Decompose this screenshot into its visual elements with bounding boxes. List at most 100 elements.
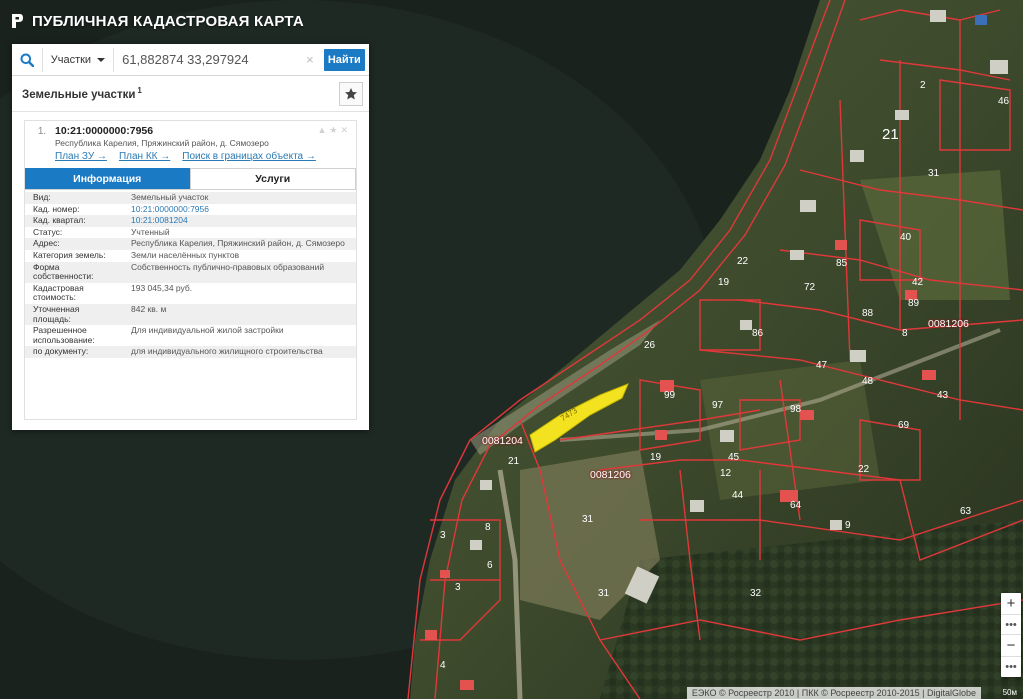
close-icon[interactable]: ✕ — [340, 125, 348, 136]
warning-icon[interactable]: ▲ — [317, 125, 326, 136]
info-value: Земли населённых пунктов — [131, 249, 240, 260]
table-row: по документу: для индивидуального жилищно… — [25, 346, 356, 358]
results-count: 1 — [137, 86, 142, 96]
info-key: Разрешенное использование: — [33, 325, 95, 345]
favorite-button[interactable] — [339, 81, 363, 106]
search-type-label: Участки — [50, 53, 92, 66]
parcel-number: 45 — [728, 452, 740, 463]
info-value: для индивидуального жилищного строительс… — [123, 346, 356, 358]
quarter-label: 0081206 — [928, 318, 969, 330]
parcel-number: 48 — [862, 376, 874, 387]
info-key: по документу: — [25, 346, 123, 358]
chevron-down-icon — [97, 57, 106, 62]
parcel-number: 22 — [737, 256, 749, 267]
parcel-number: 63 — [960, 506, 972, 517]
table-row: Статус: Учтенный — [25, 227, 356, 239]
table-row: Вид: Земельный участок — [25, 192, 356, 204]
table-row: Адрес: Республика Карелия, Пряжинский рай… — [25, 238, 356, 250]
parcel-number: 98 — [790, 404, 802, 415]
more-layers-button[interactable]: ••• — [1001, 657, 1021, 677]
table-row: Кад. номер: 10:21:0000000:7956 — [25, 204, 356, 216]
zoom-out-button[interactable]: − — [1001, 635, 1021, 657]
table-row: Кад. квартал: 10:21:0081204 — [25, 215, 356, 227]
scale-label: 50м — [1002, 688, 1017, 697]
search-type-select[interactable]: Участки — [41, 47, 115, 72]
cadastral-number-link[interactable]: 10:21:0000000:7956 — [123, 204, 356, 216]
result-body: 10:21:0000000:7956 Республика Карелия, П… — [55, 125, 350, 148]
table-row: Форма собственности: Собственность публич… — [25, 261, 356, 283]
info-key: Вид: — [25, 192, 123, 204]
results-title: Земельные участки 1 — [22, 86, 142, 101]
search-panel: Участки × Найти Земельные участки1 1. 10… — [12, 44, 369, 430]
zoom-in-button[interactable]: + — [1001, 593, 1021, 615]
result-card-header: 1. 10:21:0000000:7956 Республика Карелия… — [25, 121, 356, 148]
parcel-number: 31 — [582, 514, 594, 525]
info-key: Форма собственности: — [25, 261, 123, 283]
parcel-number: 21 — [508, 456, 520, 467]
parcel-number: 3 — [440, 530, 446, 541]
parcel-number: 4 — [440, 660, 446, 671]
cadastral-quarter-link[interactable]: 10:21:0081204 — [123, 215, 356, 227]
info-value: 193 045,34 руб. — [131, 282, 193, 293]
table-row: Кадастровая стоимость: 193 045,34 руб. — [25, 283, 356, 304]
quarter-label: 0081204 — [482, 435, 523, 447]
search-bar: Участки × Найти — [12, 44, 369, 76]
tab-information[interactable]: Информация — [25, 168, 190, 189]
info-key: Кадастровая стоимость: — [33, 282, 84, 303]
parcel-number: 32 — [750, 588, 762, 599]
zoom-level-dots[interactable]: ••• — [1001, 615, 1021, 635]
parcel-number: 6 — [487, 560, 493, 571]
parcel-number: 40 — [900, 232, 912, 243]
results-header: Земельные участки 1 — [12, 76, 369, 112]
star-icon[interactable]: ★ — [329, 125, 337, 136]
info-value: Земельный участок — [123, 192, 356, 204]
result-card: 1. 10:21:0000000:7956 Республика Карелия… — [24, 120, 357, 420]
result-address: Республика Карелия, Пряжинский район, д.… — [55, 138, 269, 148]
zoom-control: + ••• − ••• — [1001, 593, 1021, 677]
search-in-bounds-link[interactable]: Поиск в границах объекта → — [182, 151, 316, 162]
parcel-number: 26 — [644, 340, 656, 351]
info-key: Статус: — [33, 226, 63, 237]
search-icon[interactable] — [12, 44, 42, 76]
cadastral-number[interactable]: 10:21:0000000:7956 — [55, 125, 350, 137]
parcel-number: 46 — [998, 96, 1010, 107]
plan-zu-link[interactable]: План ЗУ → — [55, 151, 107, 162]
info-key: Категория земель: — [33, 249, 106, 260]
app-header: ПУБЛИЧНАЯ КАДАСТРОВАЯ КАРТА — [10, 12, 304, 30]
parcel-number: 2 — [920, 80, 926, 91]
results-title-text: Земельные участки — [22, 88, 136, 101]
parcel-number: 99 — [664, 390, 676, 401]
table-row: Категория земель: Земли населённых пункто… — [25, 250, 356, 262]
parcel-number: 42 — [912, 277, 924, 288]
logo-icon — [12, 14, 23, 28]
search-input[interactable] — [114, 47, 307, 72]
parcel-number: 88 — [862, 308, 874, 319]
parcel-number: 43 — [937, 390, 949, 401]
plan-kk-link[interactable]: План КК → — [119, 151, 170, 162]
info-value: Для индивидуальной жилой застройки — [131, 325, 284, 336]
tab-services[interactable]: Услуги — [189, 168, 356, 189]
parcel-number: 19 — [718, 277, 730, 288]
parcel-number: 31 — [598, 588, 610, 599]
parcel-number: 3 — [455, 582, 461, 593]
parcel-number: 69 — [898, 420, 910, 431]
info-key: Кад. квартал: — [25, 215, 123, 227]
parcel-number: 19 — [650, 452, 662, 463]
info-value: Республика Карелия, Пряжинский район, д.… — [123, 238, 356, 250]
result-tabs: Информация Услуги — [25, 168, 356, 190]
parcel-number: 12 — [720, 468, 732, 479]
info-key: Кад. номер: — [33, 203, 80, 214]
result-number: 1. — [37, 126, 47, 137]
info-value: Собственность публично-правовых образова… — [123, 261, 356, 283]
parcel-number: 97 — [712, 400, 724, 411]
clear-icon[interactable]: × — [306, 52, 318, 67]
parcel-number: 31 — [928, 168, 940, 179]
result-links: План ЗУ → План КК → Поиск в границах объ… — [25, 148, 356, 162]
result-action-icons: ▲ ★ ✕ — [317, 125, 348, 136]
parcel-number: 85 — [836, 258, 848, 269]
find-button[interactable]: Найти — [323, 48, 365, 71]
parcel-number: 89 — [908, 298, 920, 309]
block-label: 21 — [882, 126, 899, 143]
parcel-number: 22 — [858, 464, 870, 475]
info-table: Вид: Земельный участок Кад. номер: 10:21:0… — [25, 192, 356, 358]
